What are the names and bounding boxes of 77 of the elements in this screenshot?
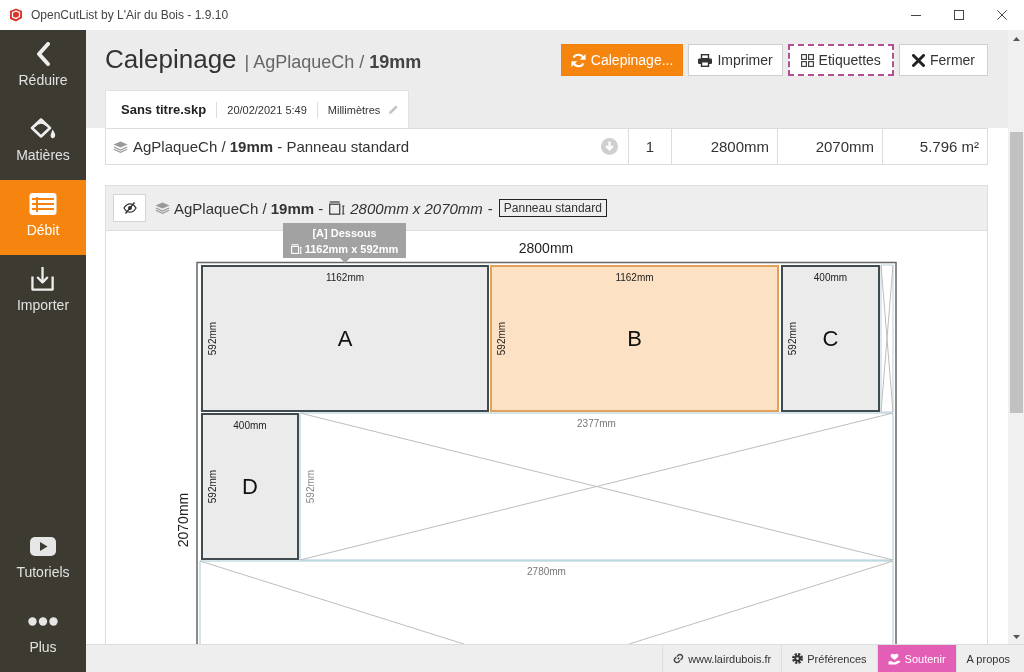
eye-slash-icon (122, 202, 137, 214)
sheet-title: AgPlaqueCh / 19mm - (174, 199, 324, 217)
close-icon (996, 10, 1007, 20)
part-length-label: 1162mm (325, 271, 365, 283)
scrollbar-thumb[interactable] (1010, 132, 1023, 413)
part-letter: A (337, 326, 353, 351)
sheet-width-label: 2800mm (518, 240, 574, 256)
part-letter: B (627, 326, 642, 351)
play-icon (30, 537, 56, 556)
link-icon (673, 653, 685, 664)
tooltip-title: [A] Dessous (312, 226, 377, 240)
part-length-label: 400mm (813, 271, 848, 283)
sidebar-item[interactable]: Plus (0, 597, 86, 672)
part-width-label: 592mm (206, 469, 218, 504)
dimensions-icon (329, 201, 346, 215)
cut-part[interactable] (781, 265, 880, 412)
scroll-down-icon[interactable] (1013, 635, 1020, 639)
logo-icon (8, 8, 23, 22)
sidebar-item[interactable]: Importer (0, 255, 86, 330)
table-cell: 1 (628, 129, 671, 164)
scrollbar[interactable] (1008, 30, 1024, 644)
table-cell: 5.796 m² (882, 129, 987, 164)
separator-text: - (487, 199, 493, 217)
visibility-toggle-button[interactable] (113, 194, 146, 222)
layers-icon (155, 202, 170, 214)
cut-part[interactable] (201, 265, 489, 412)
layers-icon (113, 140, 128, 153)
part-width-label: 592mm (786, 321, 798, 356)
dimensions-icon (290, 244, 302, 254)
offcut-width-label: 592mm (304, 469, 316, 504)
offcut-length-label: 2377mm (577, 417, 616, 429)
table-cell: 2800mm (671, 129, 777, 164)
tooltip-size: 1162mm x 592mm (304, 242, 399, 256)
sidebar-item[interactable]: Tutoriels (0, 522, 86, 597)
part-length-label: 400mm (233, 419, 267, 431)
offcut-length-label: 2780mm (527, 565, 566, 577)
file-tab[interactable]: Sans titre.skp 20/02/2021 5:49 Millimètres (105, 90, 409, 128)
minimize-icon (910, 14, 921, 16)
labels-button[interactable]: Etiquettes (787, 44, 894, 76)
sidebar-item[interactable]: Matières (0, 105, 86, 180)
paint-bucket-icon (29, 117, 57, 141)
part-length-label: 1162mm (615, 271, 654, 283)
close-button[interactable]: Fermer (898, 44, 988, 76)
sheet-size: 2800mm x 2070mm (350, 199, 483, 217)
cut-part[interactable] (201, 413, 299, 560)
chevron-left-icon (36, 42, 50, 66)
part-width-label: 592mm (495, 321, 507, 356)
material-name: AgPlaqueCh / 19mm - Panneau standard (133, 138, 410, 155)
gear-icon (792, 653, 804, 664)
grid-icon (800, 53, 814, 67)
close-icon (911, 53, 925, 67)
page-title: Calepinage (105, 43, 237, 75)
window-title: OpenCutList by L'Air du Bois - 1.9.10 (31, 8, 229, 22)
page-subtitle: | AgPlaqueCh / 19mm (244, 51, 422, 73)
part-letter: C (822, 326, 839, 351)
material-row[interactable]: AgPlaqueCh / 19mm - Panneau standard 1 2800mm 2070mm 5.796 m² (105, 128, 988, 165)
print-icon (698, 53, 713, 67)
sheet-height-label: 2070mm (175, 492, 191, 548)
refresh-icon (570, 52, 586, 68)
units-label: Millimètres (327, 103, 381, 116)
print-button[interactable]: Imprimer (688, 44, 783, 76)
download-tray-icon (31, 266, 55, 291)
part-letter: D (242, 474, 258, 499)
website-link[interactable]: www.lairdubois.fr (662, 645, 782, 672)
maximize-icon (953, 10, 964, 20)
list-icon (29, 192, 57, 216)
table-cell: 2070mm (777, 129, 882, 164)
sidebar-item[interactable]: Réduire (0, 30, 86, 105)
part-width-label: 592mm (206, 321, 218, 356)
scroll-up-icon[interactable] (1013, 37, 1020, 41)
file-name: Sans titre.skp (121, 102, 207, 117)
more-icon (28, 617, 58, 626)
sheet-type-badge: Panneau standard (498, 199, 607, 217)
heart-hand-icon (887, 652, 901, 665)
file-date: 20/02/2021 5:49 (227, 103, 307, 116)
about-link[interactable]: A propos (955, 645, 1020, 672)
preferences-link[interactable]: Préférences (781, 645, 877, 672)
